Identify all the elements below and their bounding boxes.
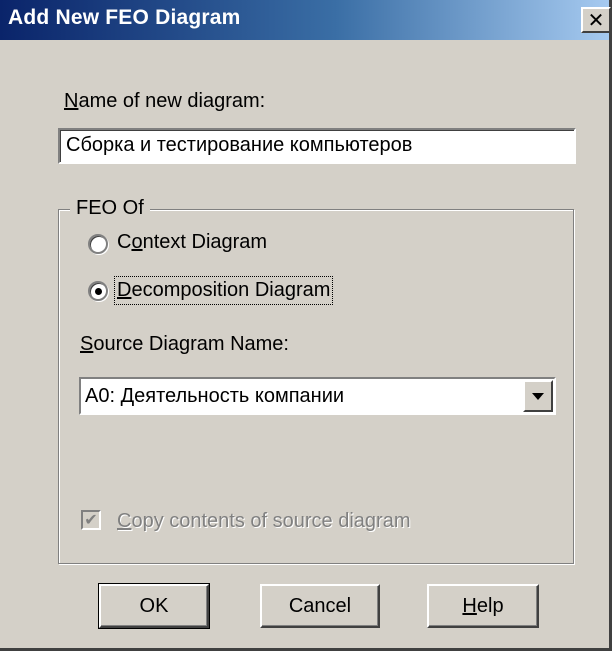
source-diagram-select[interactable]: A0: Деятельность компании [79,377,556,415]
source-diagram-value: A0: Деятельность компании [85,385,345,407]
close-icon: ✕ [587,8,605,32]
ok-button[interactable]: OK [98,583,210,629]
title-bar[interactable]: Add New FEO Diagram ✕ [0,0,611,40]
diagram-name-input[interactable]: Сборка и тестирование компьютеров [58,128,576,164]
dropdown-button[interactable] [523,380,553,412]
help-button-label: Help [462,594,504,617]
chevron-down-icon [532,393,544,400]
dialog-window: Add New FEO Diagram ✕ Name of new diagra… [0,0,612,651]
context-diagram-radio[interactable] [88,234,108,254]
diagram-name-value: Сборка и тестирование компьютеров [66,134,413,156]
cancel-button[interactable]: Cancel [260,584,380,628]
cancel-button-label: Cancel [288,594,352,617]
context-diagram-label[interactable]: Context Diagram [117,231,267,254]
check-icon: ✔ [84,510,98,529]
feo-of-legend: FEO Of [70,197,150,220]
copy-contents-label: Copy contents of source diagram [117,510,411,532]
copy-contents-checkbox[interactable]: ✔ [81,510,101,530]
help-button[interactable]: Help [427,584,539,628]
close-button[interactable]: ✕ [581,7,611,33]
ok-button-label: OK [139,594,169,617]
source-diagram-label: Source Diagram Name: [80,333,289,355]
window-title: Add New FEO Diagram [8,6,241,29]
decomposition-diagram-radio[interactable] [88,281,108,301]
name-field-label: Name of new diagram: [64,90,266,112]
decomposition-diagram-label[interactable]: Decomposition Diagram [113,276,334,305]
radio-selected-dot [95,288,102,295]
